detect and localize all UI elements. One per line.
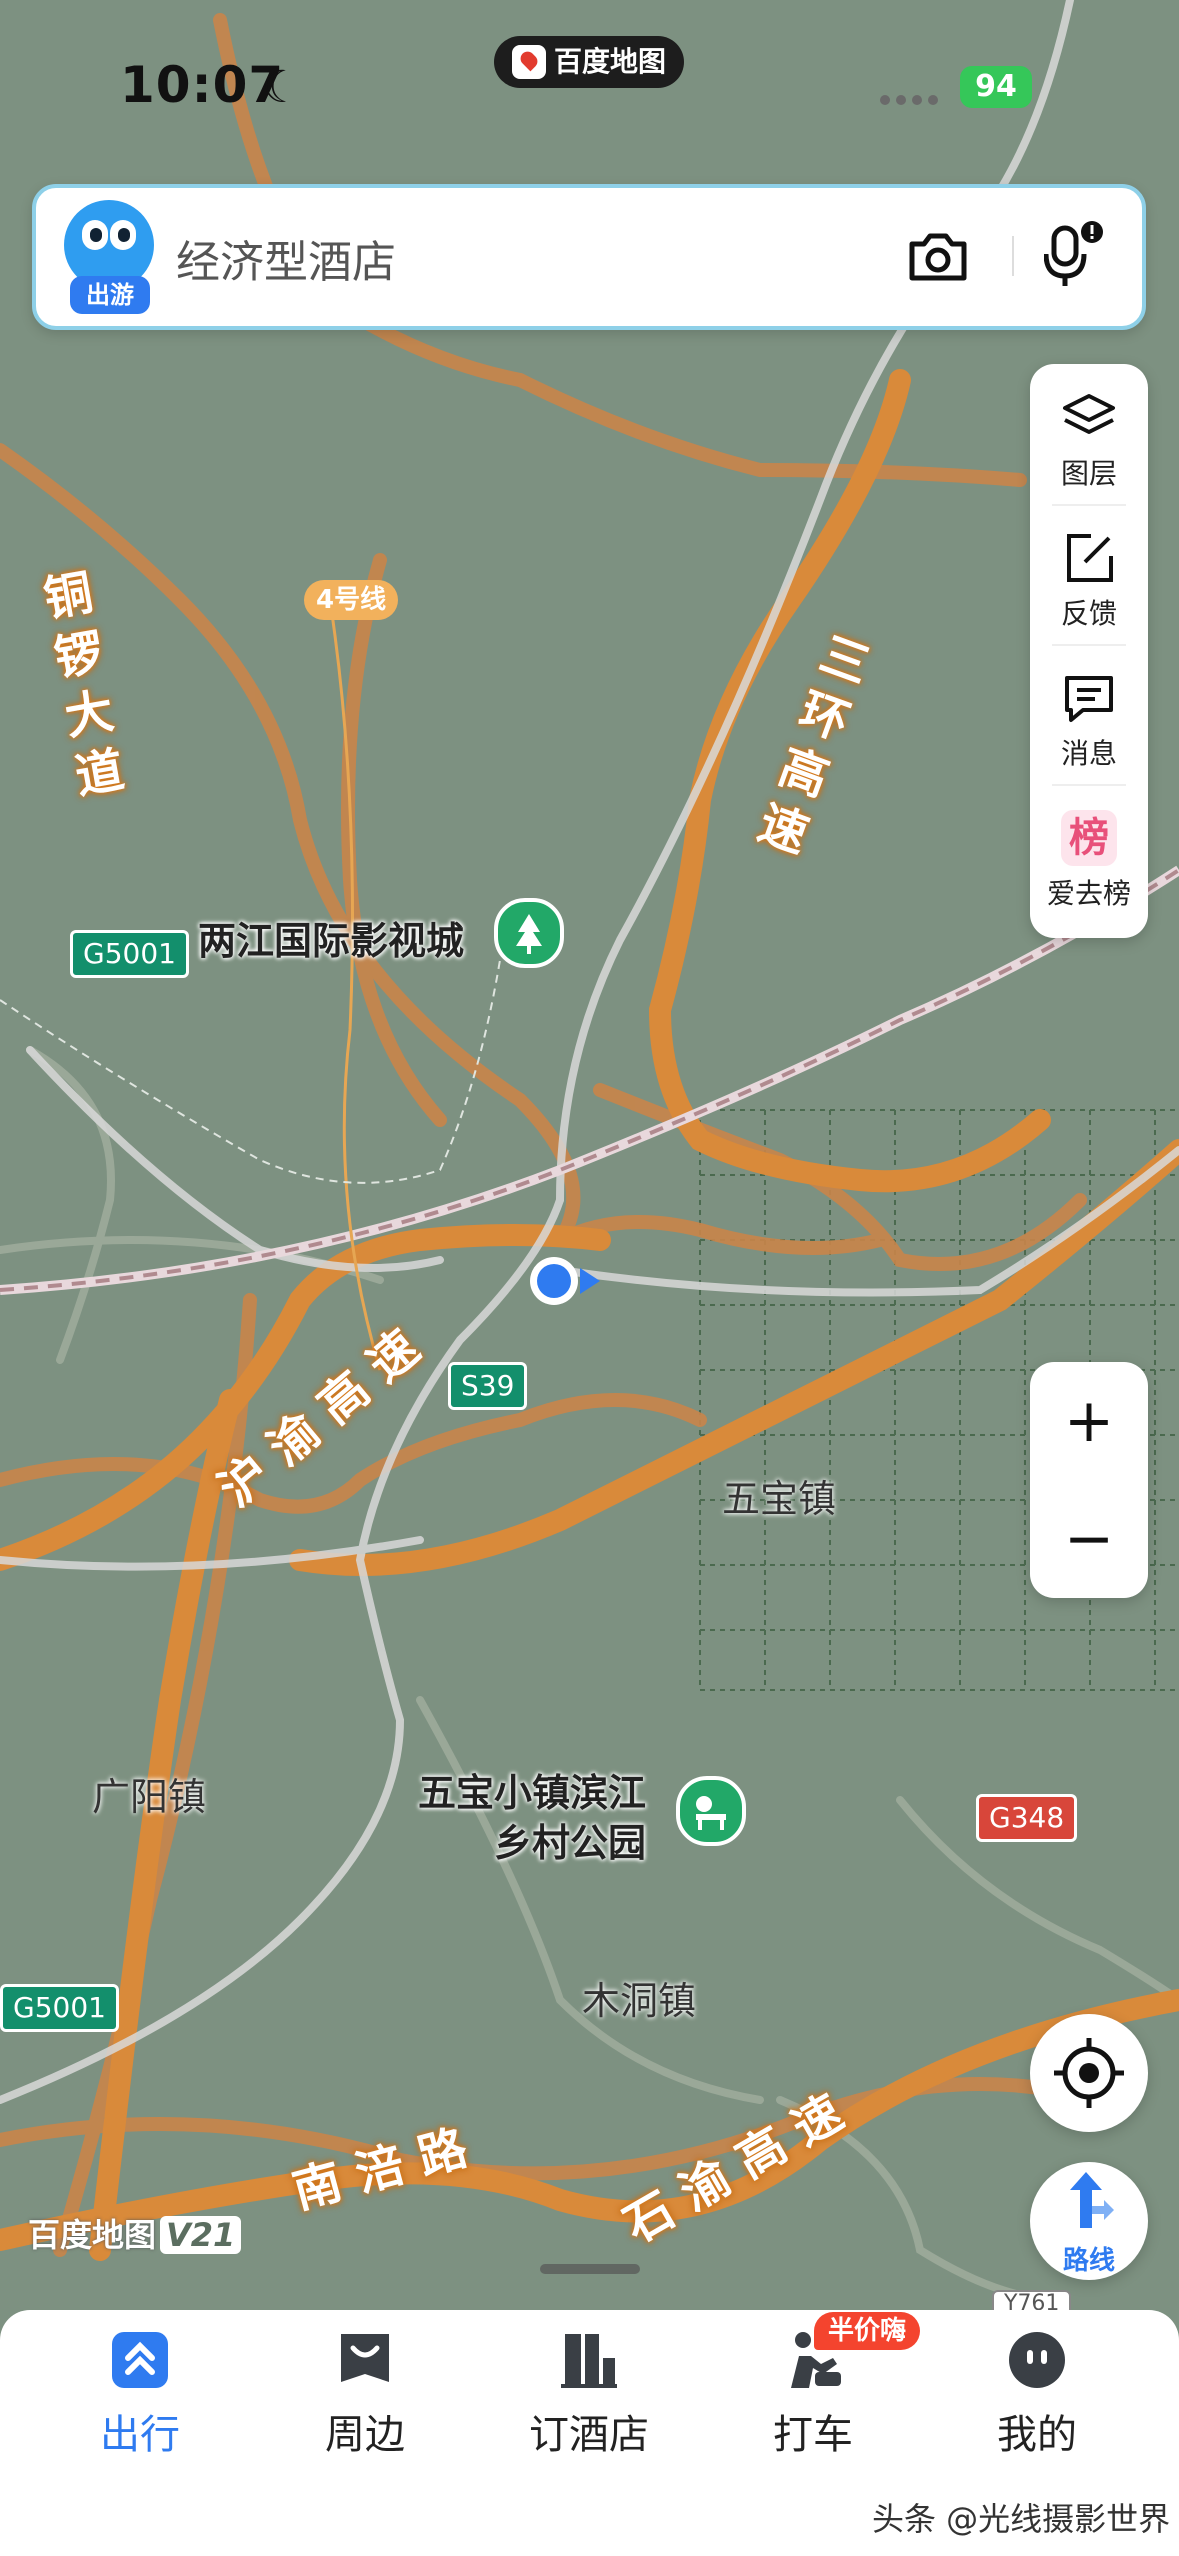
park-pin-icon[interactable] <box>494 898 564 968</box>
search-input[interactable]: 经济型酒店 <box>176 226 396 290</box>
layers-icon <box>1063 394 1115 434</box>
message-icon <box>1065 676 1113 722</box>
drawer-handle[interactable] <box>540 2264 640 2274</box>
map-tools-panel: 图层 反馈 消息 榜 爱去榜 <box>1030 364 1148 938</box>
zoom-control: + − <box>1030 1362 1148 1598</box>
nearby-icon <box>341 2334 389 2382</box>
microphone-icon[interactable] <box>1044 220 1104 290</box>
ranking-button[interactable]: 榜 爱去榜 <box>1030 810 1148 912</box>
message-label: 消息 <box>1060 737 1117 770</box>
battery-indicator: 94 <box>960 66 1032 108</box>
app-name-pill[interactable]: 百度地图 <box>494 36 684 88</box>
ranking-icon: 榜 <box>1061 810 1117 866</box>
feedback-icon <box>1067 534 1113 582</box>
highway-shield-s39[interactable]: S39 <box>448 1362 528 1410</box>
highway-shield-g5001[interactable]: G5001 <box>70 930 189 978</box>
nav-label-mine: 我的 <box>997 2412 1077 2458</box>
moon-icon: ☾ <box>262 62 302 113</box>
town-label-guangyang[interactable]: 广阳镇 <box>92 1766 206 1821</box>
nav-label-taxi: 打车 <box>773 2412 853 2458</box>
nav-item-travel[interactable]: 出行 <box>45 2322 235 2460</box>
search-divider <box>1012 236 1014 276</box>
highway-shield-g5001-south[interactable]: G5001 <box>0 1984 119 2032</box>
nav-label-nearby: 周边 <box>325 2412 405 2458</box>
layers-label: 图层 <box>1060 457 1117 490</box>
cellular-dots-icon <box>880 90 960 105</box>
hotel-icon <box>561 2334 617 2388</box>
park-pin-icon[interactable] <box>676 1776 746 1846</box>
metro-line-label[interactable]: 4号线 <box>304 580 399 620</box>
crosshair-icon <box>1054 2038 1124 2108</box>
nav-label-hotel: 订酒店 <box>529 2412 649 2458</box>
poi-riverside-park-label[interactable]: 五宝小镇滨江 乡村公园 <box>418 1768 646 1868</box>
zoom-out-button[interactable]: − <box>1030 1480 1148 1598</box>
nav-label-travel: 出行 <box>100 2412 180 2458</box>
nav-item-mine[interactable]: 我的 <box>942 2322 1132 2460</box>
camera-icon[interactable] <box>906 228 970 284</box>
ranking-label: 爱去榜 <box>1046 877 1131 910</box>
baidu-map-logo-icon <box>512 45 546 79</box>
town-label-mudong[interactable]: 木洞镇 <box>582 1970 696 2025</box>
travel-icon <box>112 2332 168 2388</box>
locate-me-button[interactable] <box>1030 2014 1148 2132</box>
map-canvas[interactable] <box>0 0 1179 2556</box>
status-time: 10:07 <box>120 56 285 114</box>
feedback-button[interactable]: 反馈 <box>1030 530 1148 632</box>
source-credit: 头条 @光线摄影世界 <box>872 2500 1171 2538</box>
app-name: 百度地图 <box>554 45 667 78</box>
mascot-badge[interactable]: 出游 <box>70 276 150 314</box>
message-button[interactable]: 消息 <box>1030 670 1148 772</box>
town-label-wubao[interactable]: 五宝镇 <box>722 1468 836 1523</box>
profile-icon <box>1009 2332 1065 2388</box>
highway-shield-g348[interactable]: G348 <box>976 1794 1078 1842</box>
route-button[interactable]: 路线 <box>1030 2162 1148 2280</box>
map-watermark: 百度地图 V21 <box>28 2210 242 2256</box>
feedback-label: 反馈 <box>1060 597 1117 630</box>
route-arrow-icon <box>1070 2172 1114 2228</box>
nav-item-nearby[interactable]: 周边 <box>270 2322 460 2460</box>
nav-item-hotel[interactable]: 订酒店 <box>494 2322 684 2460</box>
route-label: 路线 <box>1062 2246 1115 2276</box>
layers-button[interactable]: 图层 <box>1030 390 1148 492</box>
taxi-promo-badge[interactable]: 半价嗨 <box>814 2312 921 2350</box>
zoom-in-button[interactable]: + <box>1030 1362 1148 1480</box>
poi-film-city-label[interactable]: 两江国际影视城 <box>198 910 464 965</box>
